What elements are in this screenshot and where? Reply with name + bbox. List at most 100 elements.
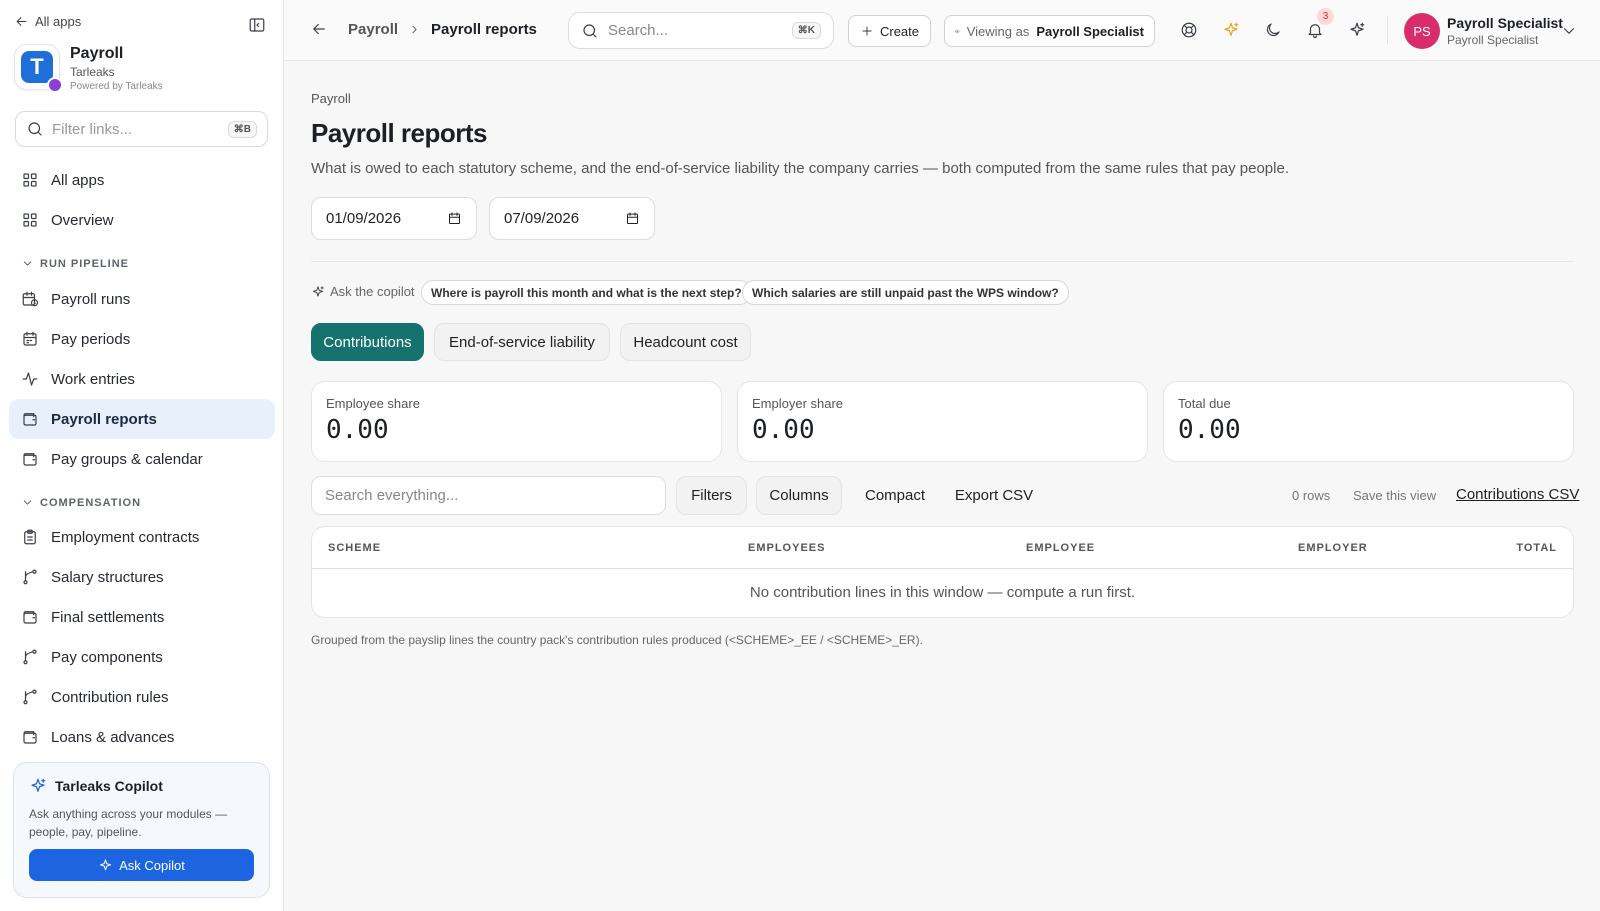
breadcrumb-payroll[interactable]: Payroll xyxy=(348,21,398,38)
wallet-icon xyxy=(23,413,37,426)
sidebar-item-label: Payroll runs xyxy=(51,290,131,308)
search-icon xyxy=(583,23,597,38)
branch-icon xyxy=(23,569,37,585)
chevron-down-icon xyxy=(23,261,32,266)
topbar: Payroll Payroll reports Search... ⌘K Cre… xyxy=(284,0,1600,61)
row-count: 0 rows xyxy=(1292,488,1331,503)
search-icon xyxy=(28,122,42,136)
tab-contributions[interactable]: Contributions xyxy=(311,323,424,361)
tab-end-of-service-liability[interactable]: End-of-service liability xyxy=(434,323,610,361)
section-run-pipeline[interactable]: RUN PIPELINE xyxy=(21,257,129,270)
app-powered-by: Powered by Tarleaks xyxy=(70,81,163,92)
ask-copilot-label: Ask Copilot xyxy=(119,857,185,873)
sidebar-item-payroll-runs[interactable]: Payroll runs xyxy=(9,279,275,319)
save-view-button[interactable]: Save this view xyxy=(1353,488,1436,503)
sidebar-item-employment-contracts[interactable]: Employment contracts xyxy=(9,517,275,557)
ai-sparkle-button[interactable] xyxy=(1220,19,1242,41)
user-name: Payroll Specialist xyxy=(1447,15,1563,31)
kpi-value: 0.00 xyxy=(752,415,815,445)
sidebar-item-salary-structures[interactable]: Salary structures xyxy=(9,557,275,597)
sidebar-item-pay-periods[interactable]: Pay periods xyxy=(9,319,275,359)
sidebar-item-label: Pay periods xyxy=(51,330,131,348)
branch-icon xyxy=(23,689,37,705)
clipboard-icon xyxy=(24,529,36,545)
table-search-input[interactable]: Search everything... xyxy=(311,476,666,515)
table-search-placeholder: Search everything... xyxy=(325,487,459,504)
breadcrumb: Payroll Payroll reports xyxy=(348,21,537,38)
branch-icon xyxy=(23,649,37,665)
global-search-placeholder: Search... xyxy=(608,22,669,39)
date-to-value: 07/09/2026 xyxy=(504,210,580,227)
column-header-scheme[interactable]: SCHEME xyxy=(328,542,381,554)
ask-copilot-button[interactable]: Ask Copilot xyxy=(29,849,254,881)
avatar[interactable]: PS xyxy=(1404,13,1440,49)
app-header: T Payroll Tarleaks Powered by Tarleaks xyxy=(14,44,163,94)
suggestion-chip[interactable]: Where is payroll this month and what is … xyxy=(421,280,752,305)
notification-badge: 3 xyxy=(1317,8,1334,25)
sidebar-item-label: Pay groups & calendar xyxy=(51,450,203,468)
sidebar-item-payroll-reports[interactable]: Payroll reports xyxy=(9,399,275,439)
sparkle-icon xyxy=(31,778,46,792)
sparkle-icon xyxy=(1224,22,1239,36)
sidebar-item-loans-advances[interactable]: Loans & advances xyxy=(9,717,275,757)
eye-icon xyxy=(955,29,960,33)
all-apps-back-link[interactable]: All apps xyxy=(14,14,81,29)
contributions-csv-link[interactable]: Contributions CSV xyxy=(1456,486,1579,503)
user-menu[interactable]: Payroll Specialist Payroll Specialist xyxy=(1447,15,1563,48)
main-area: Payroll Payroll reports Search... ⌘K Cre… xyxy=(284,0,1600,911)
sidebar-item-pay-components[interactable]: Pay components xyxy=(9,637,275,677)
sidebar-item-label: Overview xyxy=(51,211,114,229)
global-search-input[interactable]: Search... ⌘K xyxy=(568,12,834,49)
calendar-icon xyxy=(23,331,37,346)
compact-toggle[interactable]: Compact xyxy=(850,476,940,515)
sidebar-item-overview[interactable]: Overview xyxy=(9,200,275,240)
wallet-icon xyxy=(23,731,37,744)
column-header-employee[interactable]: EMPLOYEE xyxy=(1026,542,1095,554)
sidebar-item-work-entries[interactable]: Work entries xyxy=(9,359,275,399)
kpi-value: 0.00 xyxy=(1178,415,1241,445)
viewing-as-selector[interactable]: Viewing as Payroll Specialist xyxy=(944,15,1155,47)
collapse-sidebar-button[interactable] xyxy=(246,14,268,36)
sidebar-item-all-apps[interactable]: All apps xyxy=(9,160,275,200)
contributions-table: SCHEME EMPLOYEES EMPLOYEE EMPLOYER TOTAL… xyxy=(311,526,1574,618)
page-breadcrumb[interactable]: Payroll xyxy=(311,91,351,106)
sidebar-item-contribution-rules[interactable]: Contribution rules xyxy=(9,677,275,717)
column-header-total[interactable]: TOTAL xyxy=(1516,542,1557,554)
app-logo-badge xyxy=(47,77,63,93)
calendar-icon xyxy=(449,212,460,224)
sparkle-icon xyxy=(312,285,324,297)
filter-links-input[interactable]: Filter links... ⌘B xyxy=(15,111,268,147)
sparkles-icon xyxy=(1350,22,1365,36)
sidebar-item-final-settlements[interactable]: Final settlements xyxy=(9,597,275,637)
tab-headcount-cost[interactable]: Headcount cost xyxy=(620,323,751,361)
user-menu-toggle[interactable] xyxy=(1560,22,1578,40)
copilot-title: Tarleaks Copilot xyxy=(55,778,163,794)
section-divider xyxy=(311,261,1574,262)
sidebar-toggle-icon xyxy=(249,18,265,32)
user-role: Payroll Specialist xyxy=(1447,33,1539,47)
breadcrumb-current: Payroll reports xyxy=(431,21,537,38)
dark-mode-toggle[interactable] xyxy=(1262,19,1284,41)
table-header: SCHEME EMPLOYEES EMPLOYEE EMPLOYER TOTAL xyxy=(312,527,1573,569)
wallet-icon xyxy=(23,453,37,466)
grid-icon xyxy=(23,173,37,187)
columns-button[interactable]: Columns xyxy=(756,476,842,515)
sidebar-item-label: Contribution rules xyxy=(51,688,169,706)
export-csv-button[interactable]: Export CSV xyxy=(948,476,1040,515)
column-header-employees[interactable]: EMPLOYEES xyxy=(748,542,825,554)
section-compensation[interactable]: COMPENSATION xyxy=(21,496,141,509)
column-header-employer[interactable]: EMPLOYER xyxy=(1298,542,1368,554)
viewing-prefix: Viewing as xyxy=(966,23,1030,39)
assistant-button[interactable] xyxy=(1346,19,1368,41)
help-button[interactable] xyxy=(1178,19,1200,41)
create-button[interactable]: Create xyxy=(848,15,931,47)
chevron-down-icon xyxy=(1563,28,1575,34)
suggestion-chip[interactable]: Which salaries are still unpaid past the… xyxy=(742,280,1069,305)
app-logo-letter: T xyxy=(21,51,53,83)
back-button[interactable] xyxy=(310,20,328,38)
date-to-input[interactable]: 07/09/2026 xyxy=(489,197,655,240)
filter-shortcut: ⌘B xyxy=(227,120,257,138)
date-from-input[interactable]: 01/09/2026 xyxy=(311,197,477,240)
filters-button[interactable]: Filters xyxy=(676,476,747,515)
sidebar-item-pay-groups[interactable]: Pay groups & calendar xyxy=(9,439,275,479)
